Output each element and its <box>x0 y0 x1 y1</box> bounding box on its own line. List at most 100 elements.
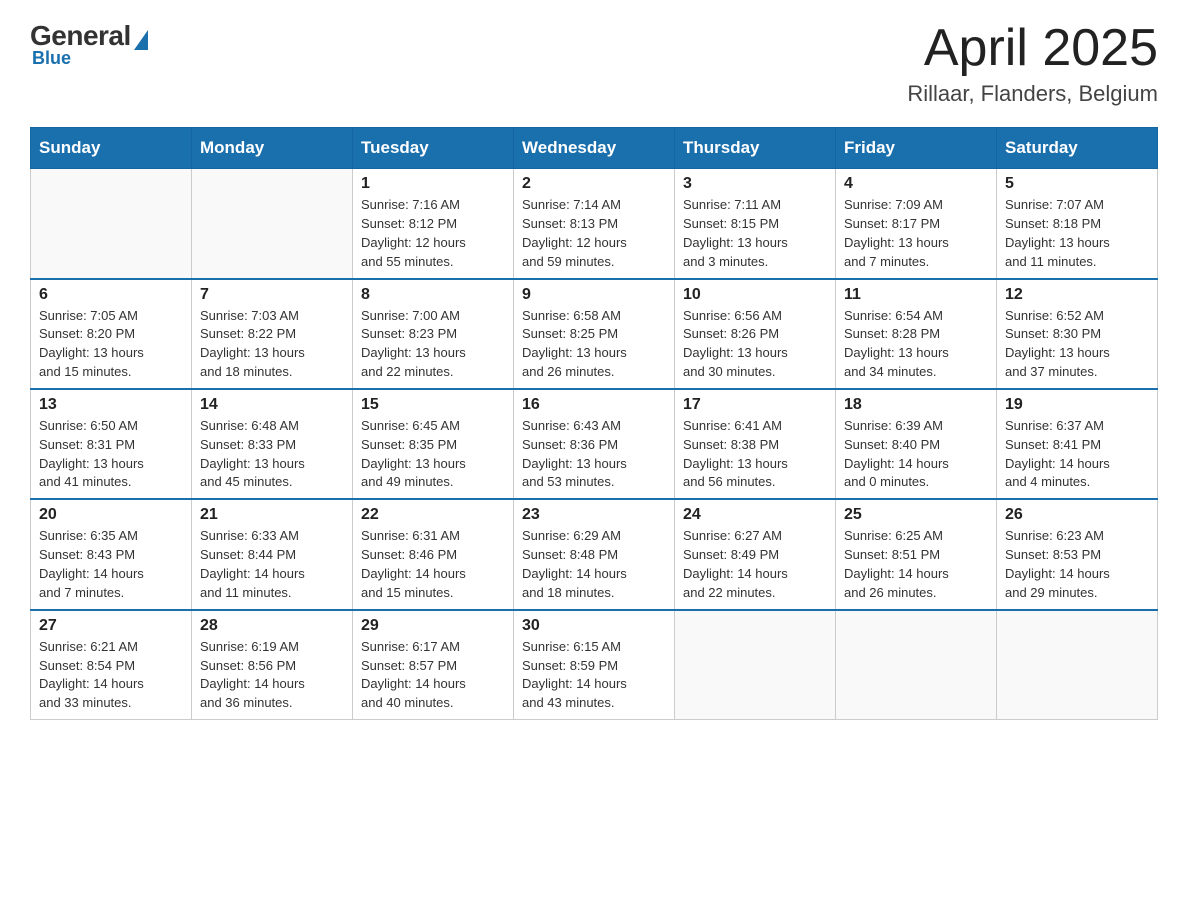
calendar-cell: 6 Sunrise: 7:05 AM Sunset: 8:20 PM Daylig… <box>31 279 192 389</box>
day-number: 13 <box>39 396 183 414</box>
location-subtitle: Rillaar, Flanders, Belgium <box>907 81 1158 107</box>
calendar-cell: 26 Sunrise: 6:23 AM Sunset: 8:53 PM Dayli… <box>997 499 1158 609</box>
calendar-cell: 7Sunrise: 7:03 AM Sunset: 8:22 PM Daylig… <box>192 279 353 389</box>
day-number: 10 <box>683 286 827 304</box>
logo-triangle-icon <box>134 30 148 50</box>
weekday-header-thursday: Thursday <box>675 128 836 169</box>
day-info: Sunrise: 6:48 AM Sunset: 8:33 PM Dayligh… <box>200 417 344 492</box>
calendar-cell: 2 Sunrise: 7:14 AM Sunset: 8:13 PM Daylig… <box>514 169 675 279</box>
day-info: Sunrise: 6:45 AM Sunset: 8:35 PM Dayligh… <box>361 417 505 492</box>
day-number: 22 <box>361 506 505 524</box>
calendar-week-row: 20 Sunrise: 6:35 AM Sunset: 8:43 PM Dayli… <box>31 499 1158 609</box>
calendar-cell: 28 Sunrise: 6:19 AM Sunset: 8:56 PM Dayli… <box>192 610 353 720</box>
day-info: Sunrise: 6:21 AM Sunset: 8:54 PM Dayligh… <box>39 638 183 713</box>
day-number: 3 <box>683 175 827 193</box>
month-year-title: April 2025 <box>907 20 1158 77</box>
day-info: Sunrise: 6:23 AM Sunset: 8:53 PM Dayligh… <box>1005 527 1149 602</box>
calendar-cell <box>836 610 997 720</box>
calendar-cell: 16 Sunrise: 6:43 AM Sunset: 8:36 PM Dayli… <box>514 389 675 499</box>
day-number: 15 <box>361 396 505 414</box>
day-info: Sunrise: 6:37 AM Sunset: 8:41 PM Dayligh… <box>1005 417 1149 492</box>
weekday-header-wednesday: Wednesday <box>514 128 675 169</box>
calendar-table: SundayMondayTuesdayWednesdayThursdayFrid… <box>30 127 1158 720</box>
day-number: 14 <box>200 396 344 414</box>
calendar-cell: 13 Sunrise: 6:50 AM Sunset: 8:31 PM Dayli… <box>31 389 192 499</box>
calendar-cell <box>31 169 192 279</box>
day-info: Sunrise: 7:09 AM Sunset: 8:17 PM Dayligh… <box>844 196 988 271</box>
calendar-cell: 27 Sunrise: 6:21 AM Sunset: 8:54 PM Dayli… <box>31 610 192 720</box>
day-number: 4 <box>844 175 988 193</box>
day-info: Sunrise: 6:43 AM Sunset: 8:36 PM Dayligh… <box>522 417 666 492</box>
day-info: Sunrise: 6:15 AM Sunset: 8:59 PM Dayligh… <box>522 638 666 713</box>
day-number: 11 <box>844 286 988 304</box>
day-number: 27 <box>39 617 183 635</box>
day-number: 29 <box>361 617 505 635</box>
calendar-cell: 11Sunrise: 6:54 AM Sunset: 8:28 PM Dayli… <box>836 279 997 389</box>
logo-blue-text: Blue <box>30 48 71 69</box>
calendar-cell: 15 Sunrise: 6:45 AM Sunset: 8:35 PM Dayli… <box>353 389 514 499</box>
calendar-cell: 21Sunrise: 6:33 AM Sunset: 8:44 PM Dayli… <box>192 499 353 609</box>
calendar-cell: 8Sunrise: 7:00 AM Sunset: 8:23 PM Daylig… <box>353 279 514 389</box>
day-number: 28 <box>200 617 344 635</box>
calendar-week-row: 13 Sunrise: 6:50 AM Sunset: 8:31 PM Dayli… <box>31 389 1158 499</box>
calendar-cell: 22 Sunrise: 6:31 AM Sunset: 8:46 PM Dayli… <box>353 499 514 609</box>
calendar-cell: 18 Sunrise: 6:39 AM Sunset: 8:40 PM Dayli… <box>836 389 997 499</box>
weekday-header-monday: Monday <box>192 128 353 169</box>
day-info: Sunrise: 7:00 AM Sunset: 8:23 PM Dayligh… <box>361 307 505 382</box>
day-number: 18 <box>844 396 988 414</box>
day-info: Sunrise: 6:52 AM Sunset: 8:30 PM Dayligh… <box>1005 307 1149 382</box>
weekday-header-friday: Friday <box>836 128 997 169</box>
calendar-cell: 20 Sunrise: 6:35 AM Sunset: 8:43 PM Dayli… <box>31 499 192 609</box>
calendar-cell: 9 Sunrise: 6:58 AM Sunset: 8:25 PM Daylig… <box>514 279 675 389</box>
day-info: Sunrise: 6:33 AM Sunset: 8:44 PM Dayligh… <box>200 527 344 602</box>
day-info: Sunrise: 6:27 AM Sunset: 8:49 PM Dayligh… <box>683 527 827 602</box>
day-info: Sunrise: 6:29 AM Sunset: 8:48 PM Dayligh… <box>522 527 666 602</box>
day-number: 1 <box>361 175 505 193</box>
calendar-cell <box>192 169 353 279</box>
day-info: Sunrise: 6:25 AM Sunset: 8:51 PM Dayligh… <box>844 527 988 602</box>
day-info: Sunrise: 6:56 AM Sunset: 8:26 PM Dayligh… <box>683 307 827 382</box>
day-number: 30 <box>522 617 666 635</box>
day-info: Sunrise: 6:19 AM Sunset: 8:56 PM Dayligh… <box>200 638 344 713</box>
calendar-cell: 24Sunrise: 6:27 AM Sunset: 8:49 PM Dayli… <box>675 499 836 609</box>
calendar-week-row: 6 Sunrise: 7:05 AM Sunset: 8:20 PM Daylig… <box>31 279 1158 389</box>
calendar-cell: 3 Sunrise: 7:11 AM Sunset: 8:15 PM Daylig… <box>675 169 836 279</box>
day-number: 12 <box>1005 286 1149 304</box>
day-info: Sunrise: 7:05 AM Sunset: 8:20 PM Dayligh… <box>39 307 183 382</box>
day-info: Sunrise: 7:03 AM Sunset: 8:22 PM Dayligh… <box>200 307 344 382</box>
day-info: Sunrise: 6:31 AM Sunset: 8:46 PM Dayligh… <box>361 527 505 602</box>
day-info: Sunrise: 7:11 AM Sunset: 8:15 PM Dayligh… <box>683 196 827 271</box>
title-section: April 2025 Rillaar, Flanders, Belgium <box>907 20 1158 107</box>
calendar-cell <box>675 610 836 720</box>
day-number: 20 <box>39 506 183 524</box>
calendar-cell: 12 Sunrise: 6:52 AM Sunset: 8:30 PM Dayli… <box>997 279 1158 389</box>
day-number: 26 <box>1005 506 1149 524</box>
day-number: 2 <box>522 175 666 193</box>
day-info: Sunrise: 6:50 AM Sunset: 8:31 PM Dayligh… <box>39 417 183 492</box>
page-header: General Blue April 2025 Rillaar, Flander… <box>30 20 1158 107</box>
day-number: 17 <box>683 396 827 414</box>
calendar-cell: 25 Sunrise: 6:25 AM Sunset: 8:51 PM Dayli… <box>836 499 997 609</box>
calendar-week-row: 1 Sunrise: 7:16 AM Sunset: 8:12 PM Daylig… <box>31 169 1158 279</box>
calendar-cell: 14 Sunrise: 6:48 AM Sunset: 8:33 PM Dayli… <box>192 389 353 499</box>
weekday-header-row: SundayMondayTuesdayWednesdayThursdayFrid… <box>31 128 1158 169</box>
day-number: 25 <box>844 506 988 524</box>
day-info: Sunrise: 6:17 AM Sunset: 8:57 PM Dayligh… <box>361 638 505 713</box>
weekday-header-sunday: Sunday <box>31 128 192 169</box>
day-info: Sunrise: 7:16 AM Sunset: 8:12 PM Dayligh… <box>361 196 505 271</box>
day-number: 6 <box>39 286 183 304</box>
day-info: Sunrise: 6:58 AM Sunset: 8:25 PM Dayligh… <box>522 307 666 382</box>
day-number: 9 <box>522 286 666 304</box>
day-number: 5 <box>1005 175 1149 193</box>
calendar-cell: 5 Sunrise: 7:07 AM Sunset: 8:18 PM Daylig… <box>997 169 1158 279</box>
day-info: Sunrise: 7:07 AM Sunset: 8:18 PM Dayligh… <box>1005 196 1149 271</box>
day-info: Sunrise: 7:14 AM Sunset: 8:13 PM Dayligh… <box>522 196 666 271</box>
day-info: Sunrise: 6:41 AM Sunset: 8:38 PM Dayligh… <box>683 417 827 492</box>
day-number: 16 <box>522 396 666 414</box>
calendar-cell: 30 Sunrise: 6:15 AM Sunset: 8:59 PM Dayli… <box>514 610 675 720</box>
day-info: Sunrise: 6:39 AM Sunset: 8:40 PM Dayligh… <box>844 417 988 492</box>
weekday-header-saturday: Saturday <box>997 128 1158 169</box>
day-info: Sunrise: 6:35 AM Sunset: 8:43 PM Dayligh… <box>39 527 183 602</box>
calendar-cell <box>997 610 1158 720</box>
calendar-cell: 23Sunrise: 6:29 AM Sunset: 8:48 PM Dayli… <box>514 499 675 609</box>
